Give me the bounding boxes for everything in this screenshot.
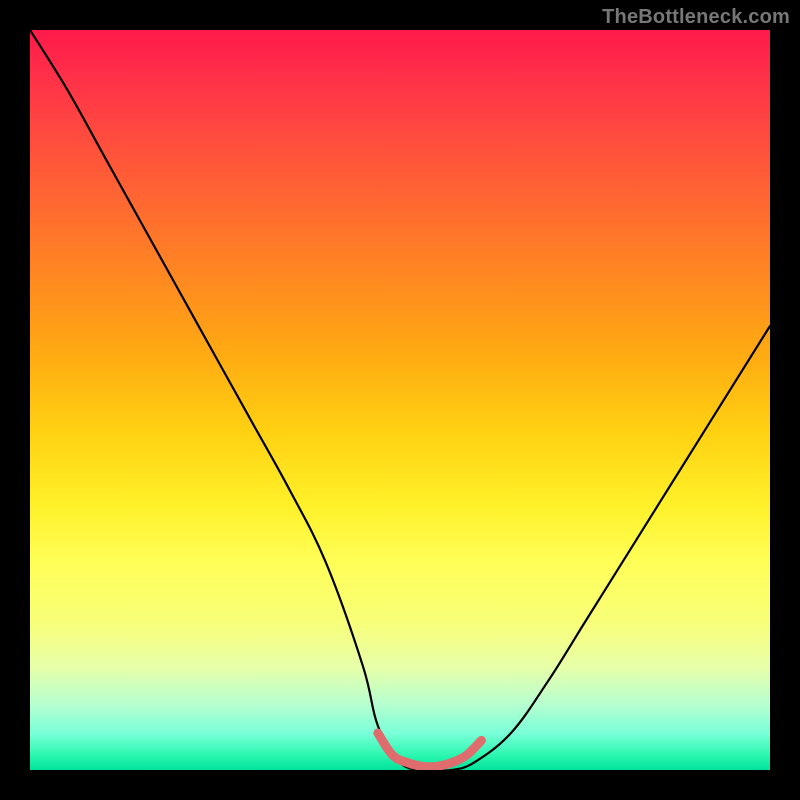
chart-container: TheBottleneck.com — [0, 0, 800, 800]
optimal-range-curve — [378, 733, 482, 767]
curve-svg — [30, 30, 770, 770]
watermark-text: TheBottleneck.com — [602, 6, 790, 29]
plot-area — [30, 30, 770, 770]
bottleneck-curve — [30, 30, 770, 770]
